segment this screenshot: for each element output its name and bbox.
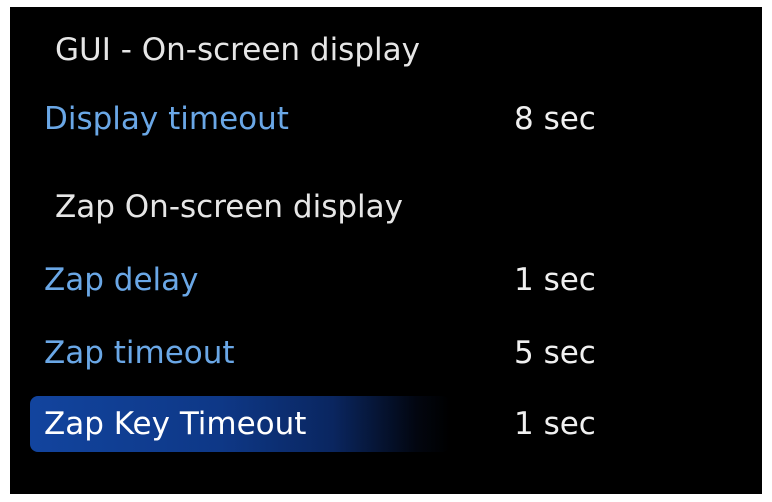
menu-item-zap-key-timeout[interactable]: Zap Key Timeout 1 sec	[30, 396, 730, 452]
menu-item-zap-delay[interactable]: Zap delay 1 sec	[30, 252, 730, 308]
menu-item-label: Zap timeout	[44, 335, 235, 371]
menu-item-value[interactable]: 1 sec	[514, 404, 596, 444]
menu-item-display-timeout[interactable]: Display timeout 8 sec	[30, 91, 730, 147]
osd-settings-screen: GUI - On-screen display Display timeout …	[10, 7, 762, 494]
menu-item-label: Display timeout	[44, 101, 289, 137]
section-title-gui-osd: GUI - On-screen display	[55, 32, 420, 68]
menu-item-zap-timeout[interactable]: Zap timeout 5 sec	[30, 325, 730, 381]
menu-item-value[interactable]: 5 sec	[514, 333, 596, 373]
menu-item-label: Zap Key Timeout	[44, 406, 307, 442]
section-title-zap-osd: Zap On-screen display	[55, 189, 403, 225]
menu-item-label: Zap delay	[44, 262, 199, 298]
menu-item-value[interactable]: 1 sec	[514, 260, 596, 300]
menu-item-value[interactable]: 8 sec	[514, 99, 596, 139]
